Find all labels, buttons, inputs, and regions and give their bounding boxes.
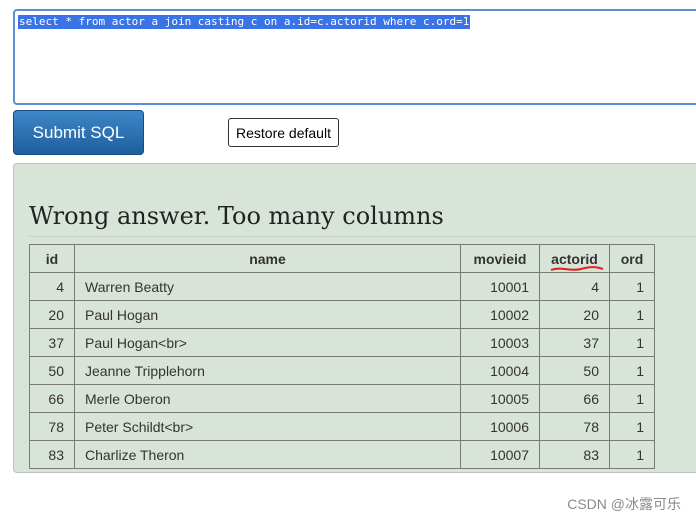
divider <box>29 236 696 237</box>
cell-actorid: 78 <box>539 412 610 441</box>
cell-movieid: 10002 <box>460 300 540 329</box>
submit-sql-button[interactable]: Submit SQL <box>13 110 144 155</box>
cell-name: Peter Schildt<br> <box>74 412 461 441</box>
cell-id: 66 <box>29 384 75 413</box>
cell-name: Paul Hogan<br> <box>74 328 461 357</box>
cell-id: 4 <box>29 272 75 301</box>
cell-movieid: 10007 <box>460 440 540 469</box>
cell-actorid: 4 <box>539 272 610 301</box>
cell-ord: 1 <box>609 328 655 357</box>
sql-editor[interactable]: select * from actor a join casting c on … <box>13 9 696 105</box>
column-header-actorid: actorid <box>539 244 610 273</box>
column-header-name: name <box>74 244 461 273</box>
cell-ord: 1 <box>609 272 655 301</box>
cell-name: Warren Beatty <box>74 272 461 301</box>
cell-ord: 1 <box>609 300 655 329</box>
cell-id: 20 <box>29 300 75 329</box>
restore-default-button[interactable]: Restore default <box>228 118 339 147</box>
cell-actorid: 66 <box>539 384 610 413</box>
cell-movieid: 10004 <box>460 356 540 385</box>
cell-ord: 1 <box>609 440 655 469</box>
cell-name: Charlize Theron <box>74 440 461 469</box>
table-row: 78 Peter Schildt<br> 10006 78 1 <box>29 412 655 441</box>
cell-name: Jeanne Tripplehorn <box>74 356 461 385</box>
cell-actorid: 50 <box>539 356 610 385</box>
cell-id: 37 <box>29 328 75 357</box>
cell-ord: 1 <box>609 384 655 413</box>
column-header-ord: ord <box>609 244 655 273</box>
watermark: CSDN @冰露可乐 <box>567 496 681 512</box>
table-row: 83 Charlize Theron 10007 83 1 <box>29 440 655 469</box>
table-row: 66 Merle Oberon 10005 66 1 <box>29 384 655 413</box>
cell-actorid: 20 <box>539 300 610 329</box>
cell-actorid: 37 <box>539 328 610 357</box>
column-header-movieid: movieid <box>460 244 540 273</box>
cell-actorid: 83 <box>539 440 610 469</box>
cell-movieid: 10006 <box>460 412 540 441</box>
cell-movieid: 10003 <box>460 328 540 357</box>
cell-ord: 1 <box>609 356 655 385</box>
cell-id: 83 <box>29 440 75 469</box>
table-row: 4 Warren Beatty 10001 4 1 <box>29 272 655 301</box>
table-row: 20 Paul Hogan 10002 20 1 <box>29 300 655 329</box>
column-header-id: id <box>29 244 75 273</box>
table-row: 37 Paul Hogan<br> 10003 37 1 <box>29 328 655 357</box>
result-message: Wrong answer. Too many columns <box>29 202 444 230</box>
cell-name: Merle Oberon <box>74 384 461 413</box>
cell-id: 50 <box>29 356 75 385</box>
red-underline-annotation <box>550 265 604 271</box>
sql-query-text[interactable]: select * from actor a join casting c on … <box>18 15 471 29</box>
result-panel: Wrong answer. Too many columns id name m… <box>13 163 696 473</box>
table-row: 50 Jeanne Tripplehorn 10004 50 1 <box>29 356 655 385</box>
result-table: id name movieid actorid ord 4 Warren Beat… <box>29 244 655 469</box>
table-header-row: id name movieid actorid ord <box>29 244 655 273</box>
cell-id: 78 <box>29 412 75 441</box>
cell-name: Paul Hogan <box>74 300 461 329</box>
cell-ord: 1 <box>609 412 655 441</box>
cell-movieid: 10001 <box>460 272 540 301</box>
cell-movieid: 10005 <box>460 384 540 413</box>
